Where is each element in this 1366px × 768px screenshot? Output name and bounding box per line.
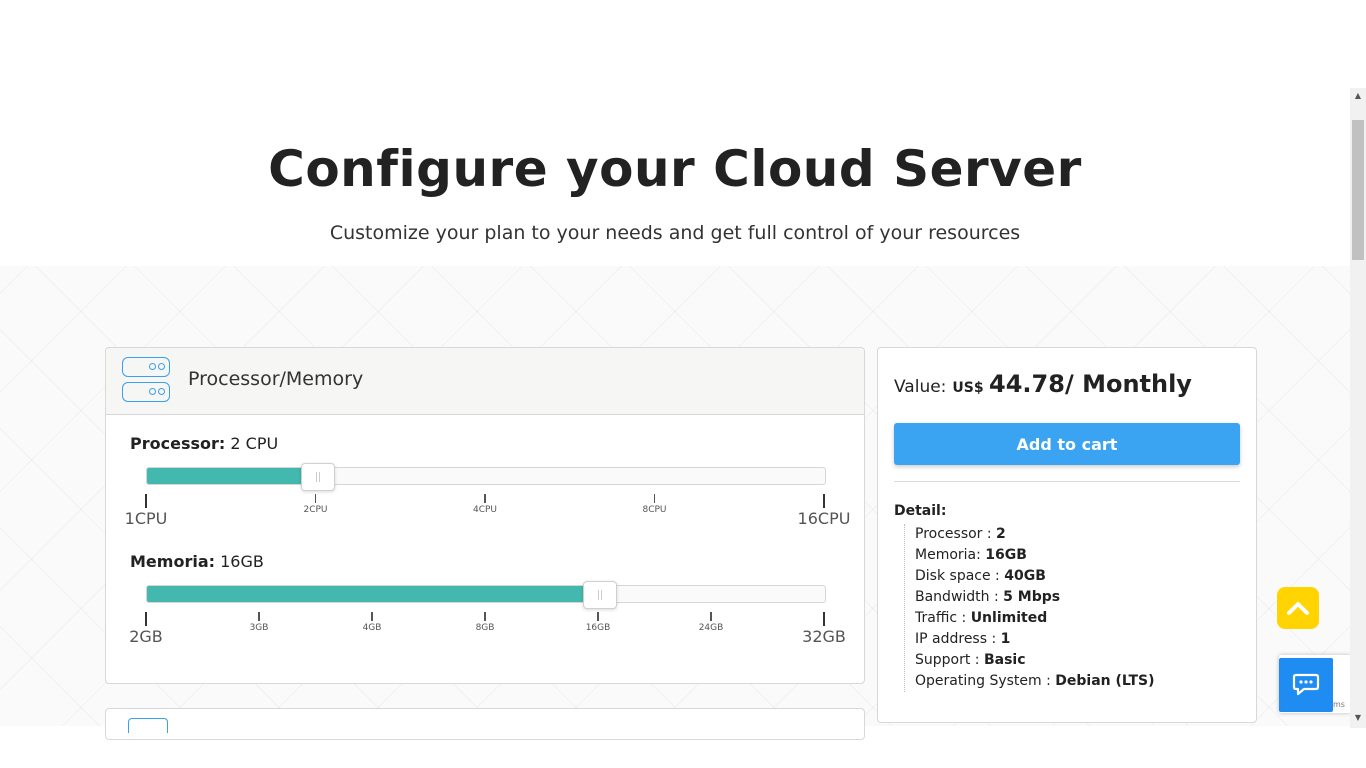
- mem-tick-mark: [710, 612, 712, 621]
- chevron-up-icon: [1287, 602, 1309, 615]
- mem-tick-mark: [484, 612, 486, 621]
- scrollbar-thumb[interactable]: [1352, 120, 1364, 260]
- mem-tick-mark: [145, 612, 147, 626]
- memory-slider-handle[interactable]: [583, 581, 618, 609]
- mem-tick-label: 24GB: [698, 623, 724, 633]
- mem-tick-label: 4GB: [362, 623, 382, 633]
- value-label: Value:: [894, 377, 947, 397]
- proc-tick-label: 2CPU: [303, 505, 328, 515]
- mem-tick-mark: [258, 612, 260, 621]
- detail-item: Disk space : 40GB: [915, 568, 1046, 584]
- mem-tick-label: 2GB: [129, 627, 163, 646]
- scroll-up-arrow[interactable]: ▲: [1350, 88, 1366, 104]
- chat-button[interactable]: [1279, 658, 1333, 712]
- mem-tick-label: 32GB: [802, 627, 846, 646]
- card-header: Processor/Memory: [106, 348, 864, 415]
- mem-tick-mark: [371, 612, 373, 621]
- processor-memory-card: Processor/Memory Processor: 2 CPU 1CPU 2C…: [105, 347, 865, 684]
- memory-value: 16GB: [220, 552, 264, 571]
- processor-slider-handle[interactable]: [300, 463, 335, 491]
- mem-tick-label: 3GB: [249, 623, 269, 633]
- proc-tick-mark: [823, 494, 825, 508]
- detail-item: IP address : 1: [915, 631, 1011, 647]
- processor-slider-fill: [147, 468, 317, 484]
- proc-tick-mark: [314, 494, 316, 503]
- detail-item: Memoria: 16GB: [915, 547, 1027, 563]
- storage-card-fragment: [105, 708, 865, 740]
- detail-item: Support : Basic: [915, 652, 1026, 668]
- memory-slider-fill: [147, 586, 600, 602]
- proc-tick-label: 1CPU: [124, 509, 168, 528]
- proc-tick-mark: [653, 494, 655, 503]
- price-line: Value: US$ 44.78/ Monthly: [894, 370, 1192, 398]
- scroll-to-top-button[interactable]: [1277, 587, 1319, 629]
- page-subtitle: Customize your plan to your needs and ge…: [329, 222, 1021, 244]
- mem-tick-label: 8GB: [475, 623, 495, 633]
- proc-tick-mark: [484, 494, 486, 503]
- order-summary-card: Value: US$ 44.78/ Monthly Add to cart Det…: [877, 347, 1257, 723]
- mem-tick-mark: [823, 612, 825, 626]
- processor-slider[interactable]: [146, 463, 826, 491]
- detail-heading: Detail:: [894, 503, 947, 519]
- proc-tick-label: 16CPU: [797, 509, 851, 528]
- proc-tick-mark: [145, 494, 147, 508]
- detail-list: Processor : 2 Memoria: 16GB Disk space :…: [904, 524, 1155, 692]
- page-title: Configure your Cloud Server: [268, 140, 1082, 198]
- detail-item: Traffic : Unlimited: [915, 610, 1048, 626]
- add-to-cart-button[interactable]: Add to cart: [894, 423, 1240, 465]
- proc-tick-label: 8CPU: [642, 505, 667, 515]
- card-title: Processor/Memory: [188, 368, 364, 390]
- chat-bubble-icon: [1292, 673, 1320, 696]
- currency: US$: [952, 380, 984, 396]
- memory-label: Memoria: 16GB: [130, 552, 264, 571]
- divider: [894, 481, 1240, 482]
- mem-tick-label: 16GB: [585, 623, 611, 633]
- processor-value: 2 CPU: [230, 434, 279, 453]
- processor-label: Processor: 2 CPU: [130, 434, 279, 453]
- server-icon: [122, 357, 172, 405]
- proc-tick-label: 4CPU: [472, 505, 498, 515]
- detail-item: Bandwidth : 5 Mbps: [915, 589, 1061, 605]
- mem-tick-mark: [597, 612, 599, 621]
- scroll-down-arrow[interactable]: ▼: [1350, 710, 1366, 726]
- recaptcha-text-fragment: ms: [1333, 700, 1345, 709]
- detail-item: Operating System : Debian (LTS): [915, 673, 1155, 689]
- price-amount: 44.78/ Monthly: [989, 370, 1192, 398]
- disk-icon: [128, 718, 168, 733]
- detail-item: Processor : 2: [915, 526, 1006, 542]
- memory-slider[interactable]: [146, 581, 826, 609]
